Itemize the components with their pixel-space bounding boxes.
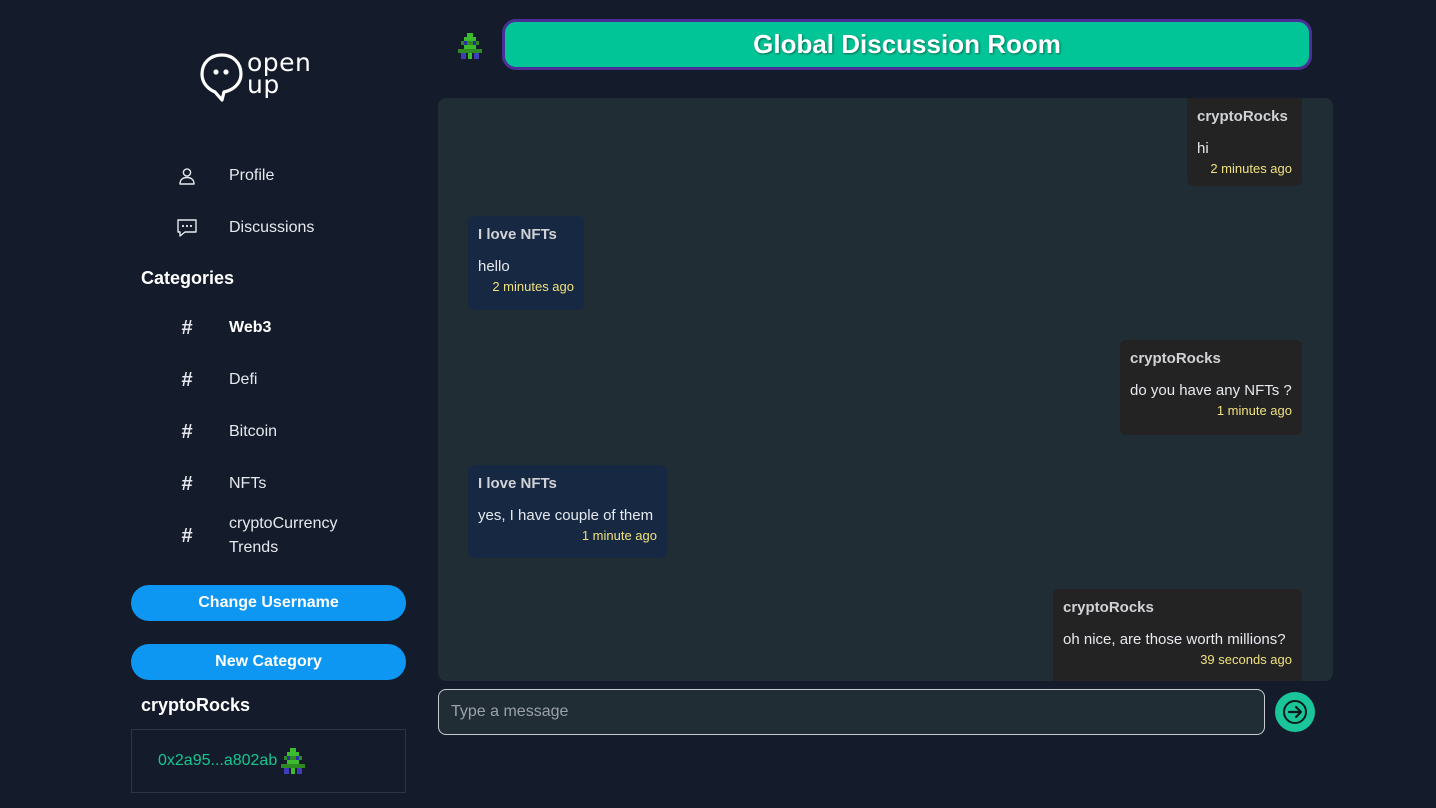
- message-timestamp: 1 minute ago: [581, 528, 657, 543]
- new-category-button[interactable]: New Category: [131, 644, 406, 680]
- wallet-info[interactable]: 0x2a95...a802ab: [131, 729, 406, 793]
- change-username-button[interactable]: Change Username: [131, 585, 406, 621]
- categories-heading: Categories: [141, 268, 235, 288]
- message-bubble: cryptoRocks do you have any NFTs ? 1 min…: [1120, 340, 1302, 435]
- chat-bubble-icon: [176, 217, 198, 239]
- room-title: Global Discussion Room: [502, 19, 1312, 70]
- hashtag-icon: #: [181, 316, 193, 339]
- wallet-address: 0x2a95...a802ab: [158, 752, 278, 769]
- message-bubble: I love NFTs yes, I have couple of them 1…: [468, 465, 667, 558]
- message-author: cryptoRocks: [1197, 108, 1288, 125]
- hashtag-icon: #: [181, 420, 193, 443]
- category-label: Bitcoin: [229, 423, 278, 440]
- logo-text-up: up: [247, 70, 280, 99]
- room-avatar-icon: [458, 33, 482, 59]
- app-root: open up Profile Discussions Categories #…: [0, 0, 1436, 808]
- message-input[interactable]: [438, 689, 1265, 735]
- openup-logo[interactable]: open up: [199, 50, 321, 104]
- nav-profile[interactable]: Profile: [176, 162, 274, 190]
- nav-profile-label: Profile: [229, 167, 275, 184]
- category-web3[interactable]: # Web3: [176, 316, 271, 340]
- category-cryptocurrency-trends[interactable]: # cryptoCurrency Trends: [176, 512, 359, 560]
- user-icon: [176, 165, 198, 187]
- nav-discussions-label: Discussions: [229, 219, 315, 236]
- hashtag-icon: #: [181, 368, 193, 391]
- message-author: I love NFTs: [478, 475, 557, 492]
- hashtag-icon: #: [181, 524, 193, 547]
- category-bitcoin[interactable]: # Bitcoin: [176, 420, 277, 444]
- pixel-avatar-icon: [281, 748, 306, 774]
- nav-discussions[interactable]: Discussions: [176, 214, 314, 242]
- arrow-right-icon: [1283, 700, 1307, 724]
- category-label: Web3: [229, 319, 272, 336]
- category-defi[interactable]: # Defi: [176, 368, 257, 392]
- message-timestamp: 1 minute ago: [1216, 403, 1292, 418]
- message-list[interactable]: cryptoRocks hi 2 minutes ago I love NFTs…: [438, 98, 1333, 681]
- message-timestamp: 2 minutes ago: [492, 279, 574, 294]
- send-button[interactable]: [1275, 692, 1315, 732]
- message-timestamp: 39 seconds ago: [1200, 652, 1292, 667]
- message-text: do you have any NFTs ?: [1130, 382, 1292, 399]
- hashtag-icon: #: [181, 472, 193, 495]
- message-author: cryptoRocks: [1063, 599, 1154, 616]
- message-text: hi: [1197, 140, 1209, 157]
- message-author: cryptoRocks: [1130, 350, 1221, 367]
- message-text: hello: [478, 258, 510, 275]
- category-label: Defi: [229, 371, 258, 388]
- category-label: cryptoCurrency Trends: [229, 515, 338, 556]
- message-bubble: cryptoRocks hi 2 minutes ago: [1187, 98, 1302, 186]
- message-text: oh nice, are those worth millions?: [1063, 631, 1286, 648]
- message-timestamp: 2 minutes ago: [1210, 161, 1292, 176]
- category-nfts[interactable]: # NFTs: [176, 472, 266, 496]
- message-bubble: I love NFTs hello 2 minutes ago: [468, 216, 584, 310]
- message-text: yes, I have couple of them: [478, 507, 654, 524]
- sidebar: open up Profile Discussions Categories #…: [0, 0, 420, 808]
- message-bubble: cryptoRocks oh nice, are those worth mil…: [1053, 589, 1302, 681]
- chat-logo-icon: [200, 53, 243, 102]
- message-author: I love NFTs: [478, 226, 557, 243]
- category-label: NFTs: [229, 475, 267, 492]
- current-username: cryptoRocks: [141, 695, 251, 715]
